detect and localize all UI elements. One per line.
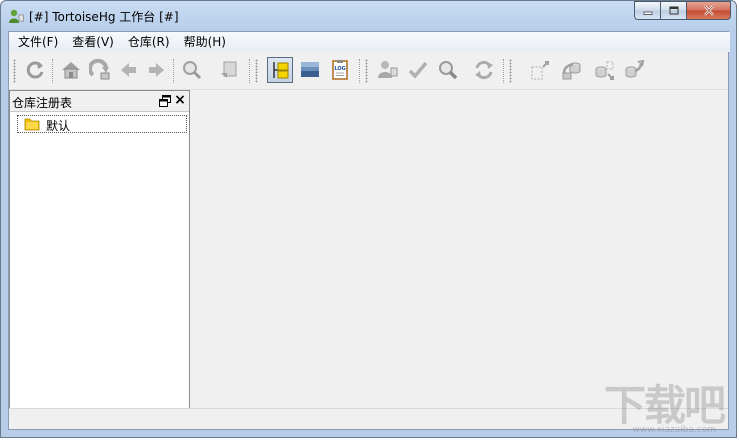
svg-text:LOG: LOG (334, 66, 345, 72)
forward-icon (149, 63, 164, 77)
log-button[interactable]: LOG (327, 57, 353, 83)
incoming-icon (562, 62, 581, 80)
minimize-button[interactable] (634, 1, 660, 20)
push-icon (625, 59, 645, 78)
menu-help[interactable]: 帮助(H) (177, 32, 233, 52)
maximize-button[interactable] (660, 1, 686, 20)
sync-incoming-button[interactable] (375, 57, 401, 83)
accept-icon (408, 61, 428, 79)
goto-icon (221, 61, 237, 78)
refresh-icon (26, 61, 44, 79)
toolbar-separator (249, 59, 252, 83)
recover-icon (475, 60, 493, 80)
menu-repository[interactable]: 仓库(R) (121, 32, 177, 52)
panel-header[interactable]: 仓库注册表 × (10, 91, 189, 112)
outgoing-icon (595, 61, 614, 80)
outgoing-button[interactable] (591, 57, 617, 83)
revision-details-icon (273, 62, 289, 79)
window-title: [#] TortoiseHg 工作台 [#] (29, 10, 179, 24)
sync-incoming-icon (378, 61, 398, 78)
workbench-main-area (192, 90, 728, 409)
close-icon (703, 5, 714, 16)
panel-title: 仓库注册表 (12, 96, 73, 110)
toolbar-separator (503, 59, 506, 83)
goto-button[interactable] (216, 57, 242, 83)
toolbar: LOG (9, 53, 728, 90)
title-bar[interactable]: [#] TortoiseHg 工作台 [#] (1, 1, 736, 31)
filter-button[interactable] (179, 57, 205, 83)
folder-icon (24, 118, 40, 131)
menu-bar: 文件(F) 查看(V) 仓库(R) 帮助(H) (9, 32, 730, 52)
toolbar-grip[interactable] (13, 59, 16, 83)
repository-tree: 默认 (10, 111, 189, 410)
log-icon: LOG (332, 60, 348, 80)
pull-button[interactable] (527, 57, 553, 83)
menu-view[interactable]: 查看(V) (65, 32, 121, 52)
minimize-icon (643, 11, 652, 15)
watermark-logo: 下载吧 (603, 381, 726, 430)
load-all-icon (89, 59, 110, 80)
watermark-url: www.xiazaiba.com (632, 425, 716, 435)
pull-icon (531, 61, 549, 80)
maximize-icon (669, 6, 678, 15)
refresh-button[interactable] (22, 57, 48, 83)
client-area: 文件(F) 查看(V) 仓库(R) 帮助(H) LOG 仓库注册表 × 默认 (8, 31, 730, 430)
back-icon (121, 63, 136, 77)
close-button[interactable] (686, 1, 731, 20)
search-button[interactable] (435, 57, 461, 83)
toolbar-separator (52, 59, 55, 83)
commit-icon (301, 62, 319, 77)
repository-registry-panel: 仓库注册表 × 默认 (9, 90, 190, 411)
toolbar-grip[interactable] (509, 59, 512, 83)
forward-button[interactable] (143, 57, 169, 83)
recover-button[interactable] (471, 57, 497, 83)
toolbar-separator (173, 59, 176, 83)
tortoisehg-app-icon (9, 9, 24, 23)
back-button[interactable] (116, 57, 142, 83)
toolbar-grip[interactable] (255, 59, 258, 83)
filter-icon (183, 61, 202, 80)
incoming-button[interactable] (559, 57, 585, 83)
tree-item-label: 默认 (46, 119, 71, 133)
revision-details-button[interactable] (267, 57, 293, 83)
tree-item-default[interactable]: 默认 (17, 115, 187, 133)
load-all-button[interactable] (87, 57, 113, 83)
app-window: [#] TortoiseHg 工作台 [#] 文件(F) 查看(V) 仓库(R)… (0, 0, 737, 438)
push-button[interactable] (621, 57, 647, 83)
window-controls (634, 1, 731, 21)
home-icon (62, 62, 80, 79)
home-button[interactable] (58, 57, 84, 83)
toolbar-grip[interactable] (365, 59, 368, 83)
menu-file[interactable]: 文件(F) (11, 32, 65, 52)
toolbar-separator (359, 59, 362, 83)
close-panel-icon[interactable]: × (173, 92, 187, 108)
search-icon (439, 61, 458, 80)
commit-button[interactable] (297, 57, 323, 83)
accept-button[interactable] (405, 57, 431, 83)
float-panel-icon[interactable] (159, 95, 171, 107)
